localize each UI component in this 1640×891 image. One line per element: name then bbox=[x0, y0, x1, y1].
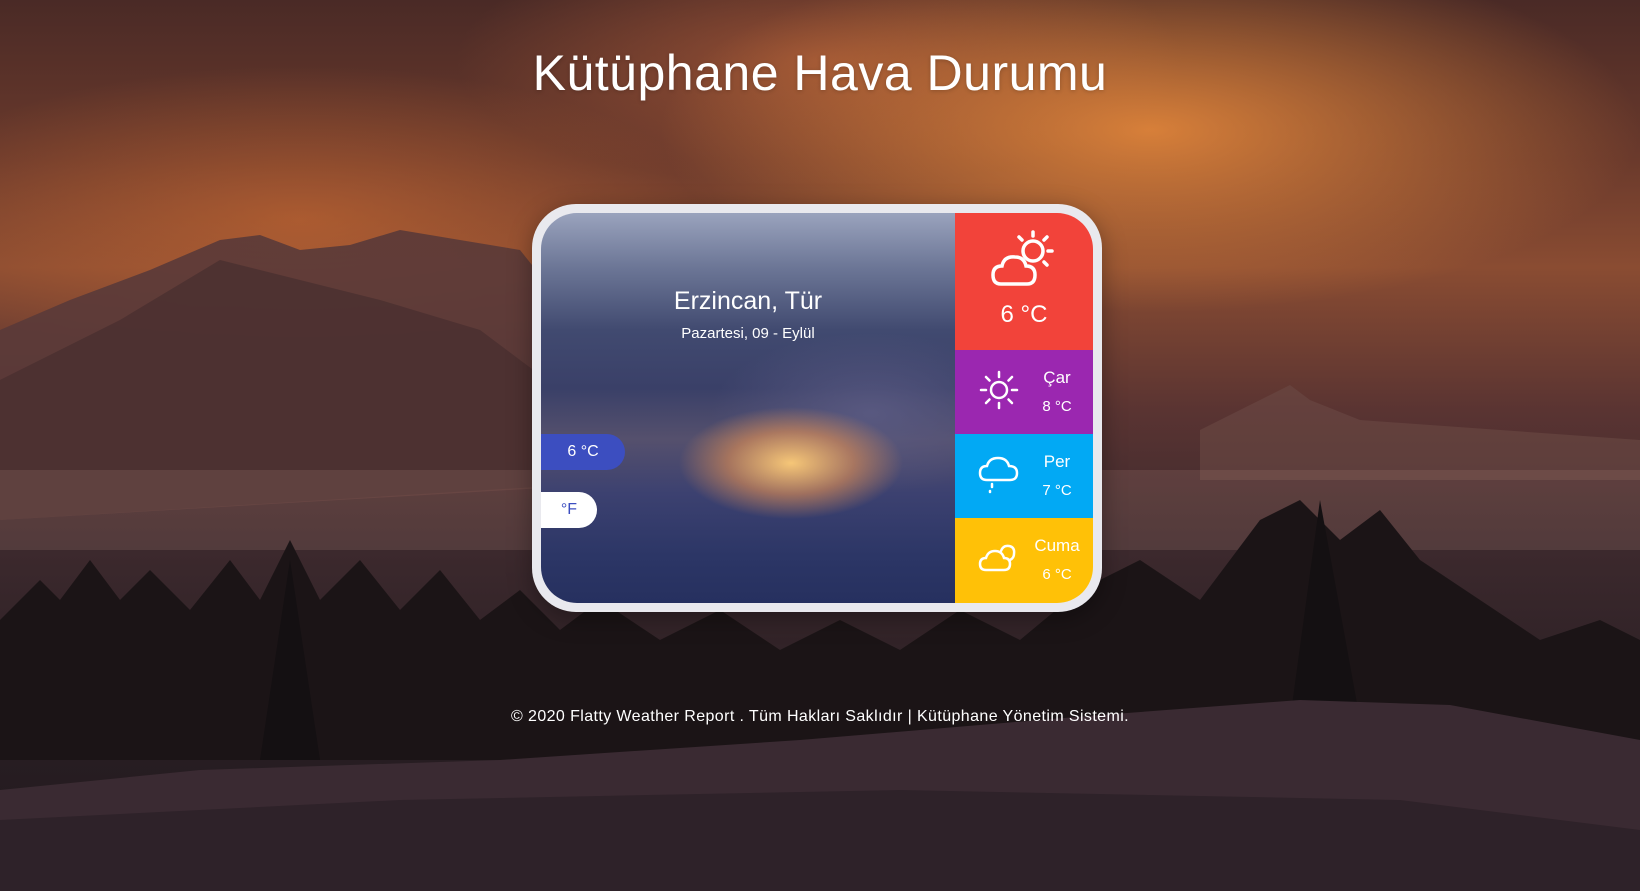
forecast-day-temperature: 6 °C bbox=[1042, 566, 1072, 583]
date-label: Pazartesi, 09 - Eylül bbox=[681, 325, 815, 342]
today-card: 6 °C bbox=[955, 213, 1093, 350]
sun-icon bbox=[977, 368, 1021, 412]
forecast-day-temperature: 7 °C bbox=[1042, 482, 1072, 499]
forecast-day-temperature: 8 °C bbox=[1042, 398, 1072, 415]
forecast-day-card: Per 7 °C bbox=[955, 434, 1093, 518]
sky-photo: Erzincan, Tür Pazartesi, 09 - Eylül 6 °C… bbox=[541, 213, 955, 603]
forecast-day-card: Cuma 6 °C bbox=[955, 518, 1093, 603]
weather-widget: Erzincan, Tür Pazartesi, 09 - Eylül 6 °C… bbox=[532, 204, 1102, 612]
footer-copyright: © 2020 Flatty Weather Report . Tüm Hakla… bbox=[511, 708, 1129, 725]
forecast-day-name: Çar bbox=[1043, 368, 1071, 387]
location-label: Erzincan, Tür bbox=[673, 287, 823, 315]
forecast-panel: 6 °C Çar 8 °C Per 7 °C Cuma 6 °C bbox=[955, 213, 1093, 603]
forecast-day-name: Per bbox=[1043, 452, 1071, 471]
forecast-day-name: Cuma bbox=[1034, 536, 1080, 555]
page-title: Kütüphane Hava Durumu bbox=[532, 45, 1108, 101]
fahrenheit-toggle-button[interactable]: °F bbox=[541, 492, 597, 528]
forecast-day-card: Çar 8 °C bbox=[955, 350, 1093, 434]
celsius-toggle-button[interactable]: 6 °C bbox=[541, 434, 625, 470]
rain-cloud-icon bbox=[977, 452, 1021, 496]
cloud-icon bbox=[977, 536, 1021, 580]
today-temperature: 6 °C bbox=[1000, 301, 1048, 328]
partly-cloudy-icon bbox=[989, 229, 1059, 291]
